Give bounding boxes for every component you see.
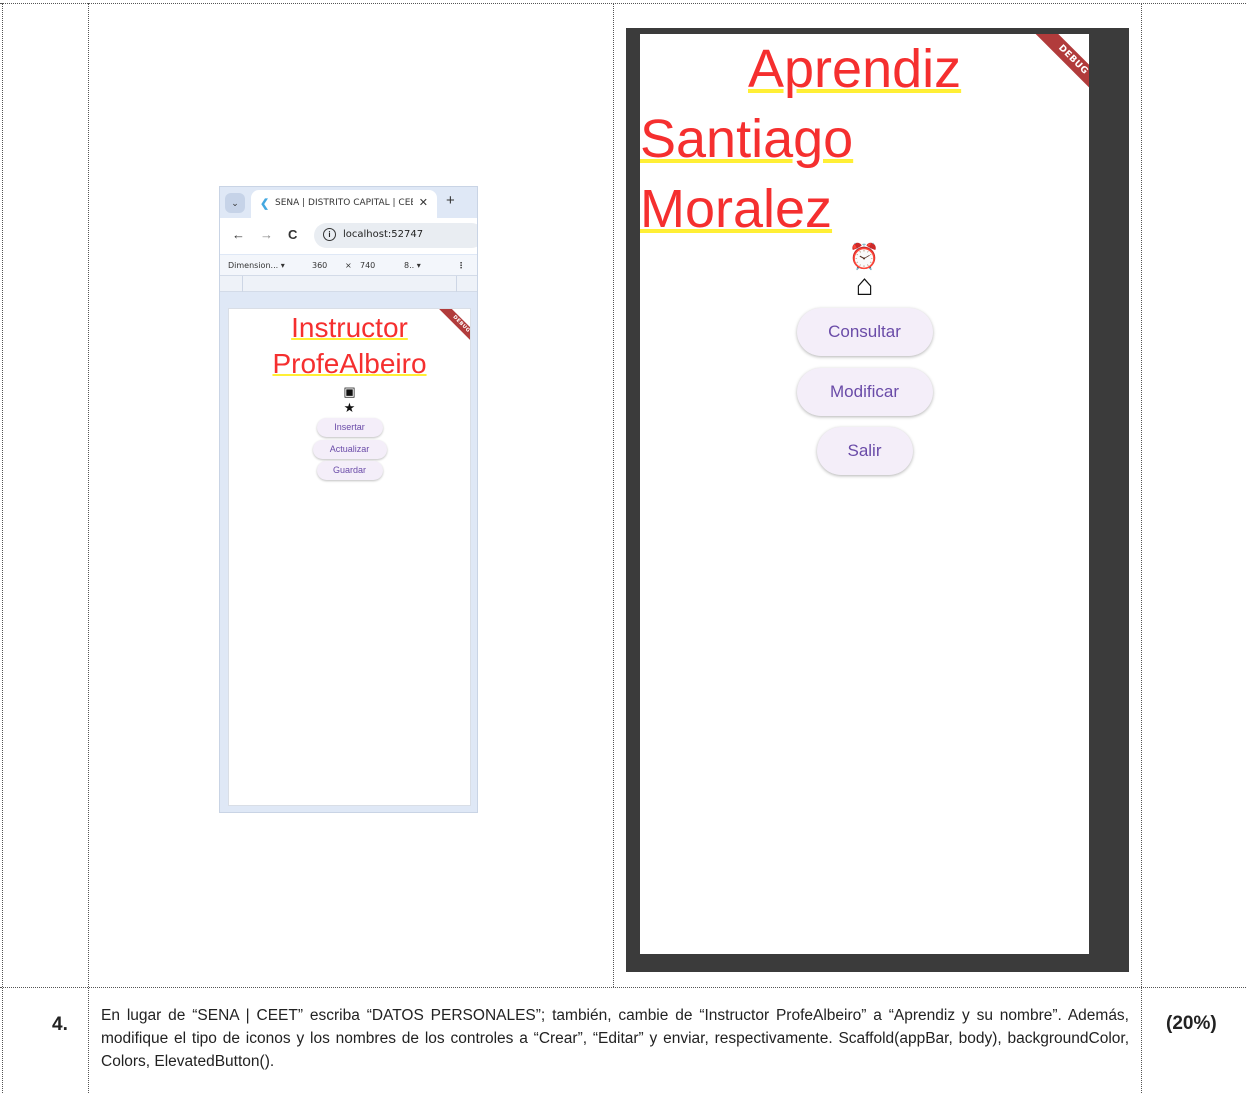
table-col-border-4 bbox=[1141, 3, 1142, 1093]
viewport-height[interactable]: 740 bbox=[360, 261, 375, 270]
tab-search-dropdown[interactable]: ⌄ bbox=[225, 193, 245, 213]
task-percentage: (20%) bbox=[1166, 1013, 1217, 1034]
device-select[interactable]: Dimension... ▾ bbox=[228, 261, 285, 270]
title-line-3: Moralez bbox=[640, 179, 833, 239]
app-screen: DEBUG Aprendiz Santiago Moralez ⏰ ⌂ Cons… bbox=[640, 34, 1089, 954]
tab-close-icon[interactable]: ✕ bbox=[419, 196, 428, 209]
title-line-1: Aprendiz bbox=[748, 39, 962, 99]
browser-tab[interactable]: ❮ SENA | DISTRITO CAPITAL | CEET ✕ bbox=[251, 190, 437, 218]
url-text: localhost:52747 bbox=[343, 229, 424, 240]
calculator-icon: ▣ bbox=[343, 384, 356, 399]
devtools-ruler bbox=[220, 276, 477, 292]
more-options-icon[interactable]: ⋮ bbox=[457, 261, 465, 270]
devtools-device-toolbar: Dimension... ▾ 360 × 740 8.. ▾ ⋮ bbox=[220, 255, 477, 276]
title-line-2: Santiago bbox=[640, 109, 854, 169]
address-bar[interactable]: i localhost:52747 bbox=[314, 223, 477, 248]
table-col-border-2 bbox=[88, 3, 89, 1093]
salir-button[interactable]: Salir bbox=[816, 427, 913, 475]
zoom-select[interactable]: 8.. ▾ bbox=[404, 261, 421, 270]
actualizar-button[interactable]: Actualizar bbox=[312, 440, 387, 459]
table-col-border-3 bbox=[613, 3, 614, 987]
reload-icon[interactable]: C bbox=[288, 227, 297, 242]
browser-tab-bar: ⌄ ❮ SENA | DISTRITO CAPITAL | CEET ✕ + bbox=[220, 187, 477, 218]
table-col-border-1 bbox=[2, 3, 3, 1093]
table-top-border bbox=[0, 3, 1246, 4]
title-line-2: ProfeAlbeiro bbox=[272, 348, 427, 379]
insertar-button[interactable]: Insertar bbox=[316, 418, 383, 437]
house-icon: ⌂ bbox=[855, 269, 874, 302]
dimension-times: × bbox=[345, 261, 352, 270]
task-number: 4. bbox=[52, 1014, 68, 1035]
browser-toolbar: ← → C i localhost:52747 bbox=[220, 218, 477, 254]
tab-title: SENA | DISTRITO CAPITAL | CEET bbox=[275, 198, 413, 208]
consultar-button[interactable]: Consultar bbox=[796, 308, 933, 356]
alarm-icon: ⏰ bbox=[848, 243, 881, 271]
forward-icon[interactable]: → bbox=[260, 227, 273, 242]
back-icon[interactable]: ← bbox=[232, 227, 245, 242]
flutter-favicon-icon: ❮ bbox=[260, 198, 270, 210]
guardar-button[interactable]: Guardar bbox=[316, 461, 383, 480]
app-viewport-small: DEBUG Instructor ProfeAlbeiro ▣ ★ Insert… bbox=[228, 308, 471, 806]
ruler-mark bbox=[242, 276, 243, 292]
table-row-divider bbox=[0, 987, 1246, 988]
emulator-frame: DEBUG Aprendiz Santiago Moralez ⏰ ⌂ Cons… bbox=[626, 28, 1129, 972]
viewport-width[interactable]: 360 bbox=[312, 261, 327, 270]
title-line-1: Instructor bbox=[291, 312, 408, 343]
modificar-button[interactable]: Modificar bbox=[796, 368, 933, 416]
debug-banner: DEBUG bbox=[1011, 34, 1089, 112]
browser-screenshot: ⌄ ❮ SENA | DISTRITO CAPITAL | CEET ✕ + ←… bbox=[219, 186, 478, 813]
site-info-icon[interactable]: i bbox=[323, 228, 336, 241]
task-description: En lugar de “SENA | CEET” escriba “DATOS… bbox=[101, 1007, 1129, 1070]
star-icon: ★ bbox=[343, 400, 356, 415]
ruler-mark bbox=[456, 276, 457, 292]
debug-banner-label: DEBUG bbox=[1027, 34, 1089, 106]
new-tab-button[interactable]: + bbox=[446, 192, 455, 209]
